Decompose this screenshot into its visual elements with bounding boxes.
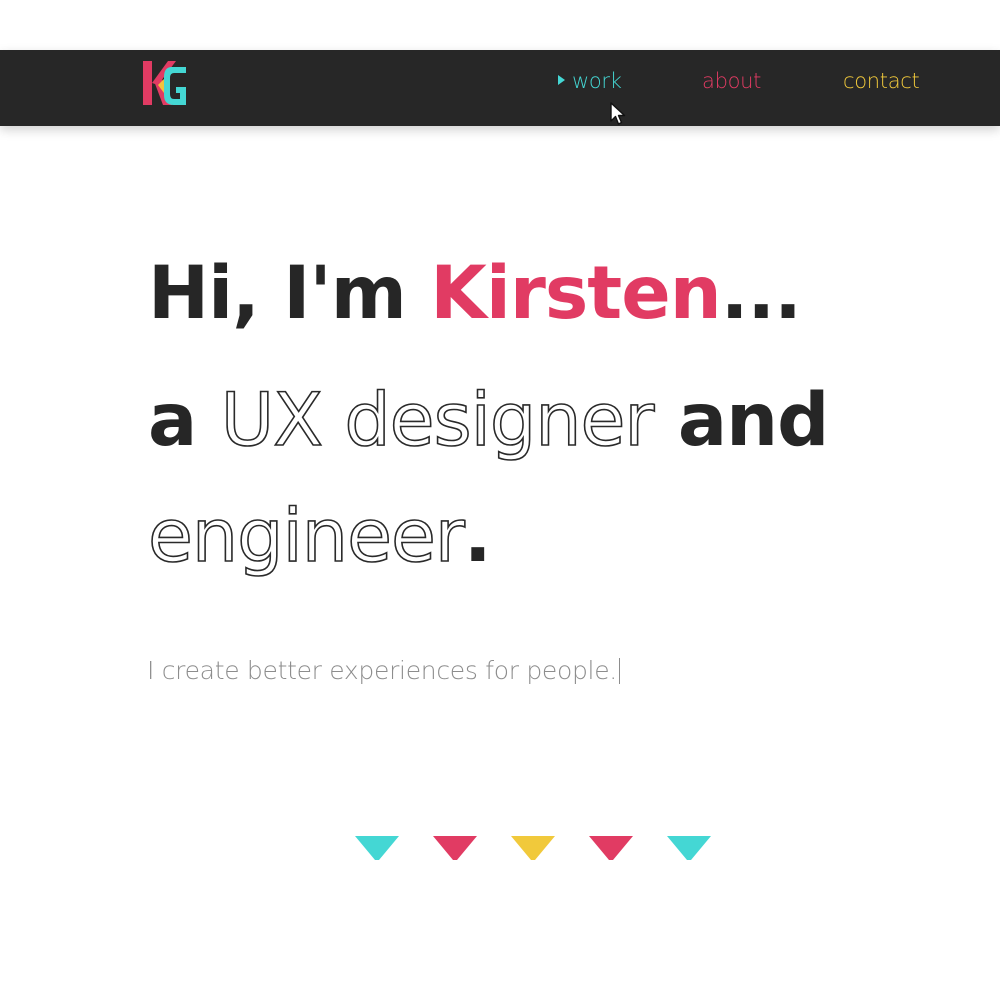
- role-ux-designer: UX designer: [220, 378, 655, 463]
- portfolio-page: work about contact Hi, I'm Kirsten... a …: [0, 0, 1000, 1000]
- hero-heading-line-1: Hi, I'm Kirsten...: [148, 257, 802, 330]
- conjunction-text: and: [653, 378, 829, 463]
- down-triangle-icon[interactable]: [589, 836, 633, 862]
- nav-link-about-label: about: [702, 69, 762, 93]
- ellipsis-text: ...: [720, 251, 802, 336]
- nav-link-work[interactable]: work: [558, 69, 622, 93]
- mouse-pointer-icon: [610, 102, 626, 125]
- hero-heading-line-2: a UX designer and: [148, 383, 829, 458]
- nav-link-contact-label: contact: [843, 69, 920, 93]
- period-text: .: [463, 494, 492, 579]
- kg-logo[interactable]: [142, 59, 192, 109]
- down-triangle-icon[interactable]: [667, 836, 711, 862]
- active-caret-icon: [558, 75, 565, 85]
- name-highlight: Kirsten: [430, 251, 721, 336]
- scroll-indicators: [355, 836, 715, 866]
- down-triangle-icon[interactable]: [355, 836, 399, 862]
- typing-cursor: [618, 658, 620, 684]
- nav-link-contact[interactable]: contact: [843, 69, 920, 93]
- down-triangle-icon[interactable]: [511, 836, 555, 862]
- down-triangle-icon[interactable]: [433, 836, 477, 862]
- nav-link-work-label: work: [572, 69, 622, 93]
- top-navbar: work about contact: [0, 50, 1000, 126]
- nav-link-about[interactable]: about: [702, 69, 761, 93]
- article-text: a: [148, 378, 221, 463]
- kg-logo-icon: [143, 61, 186, 105]
- greeting-text: Hi, I'm: [148, 251, 431, 336]
- tagline: I create better experiences for people.: [147, 656, 620, 685]
- hero-heading-line-3: engineer.: [147, 499, 491, 574]
- role-engineer: engineer: [147, 494, 466, 579]
- tagline-text: I create better experiences for people.: [147, 656, 617, 685]
